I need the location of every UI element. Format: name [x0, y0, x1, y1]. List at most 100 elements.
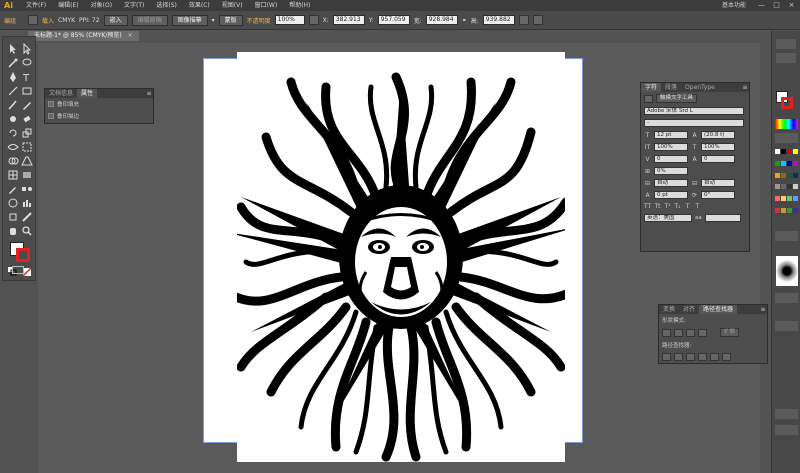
menu-object[interactable]: 对象(O) — [85, 0, 118, 11]
screen-mode-icon[interactable] — [12, 266, 24, 274]
eraser-tool-icon[interactable] — [21, 113, 33, 125]
pen-tool-icon[interactable] — [7, 71, 19, 83]
artboard[interactable] — [226, 52, 576, 462]
tracking-field[interactable]: 0 — [701, 155, 735, 163]
artboards-panel-icon[interactable] — [775, 425, 798, 435]
edit-original-button[interactable]: 编辑原稿 — [131, 14, 168, 26]
tab-align[interactable]: 对齐 — [679, 305, 699, 314]
stroke-swatch[interactable] — [16, 248, 30, 262]
divide-icon[interactable] — [662, 353, 671, 361]
char-rotation-field[interactable]: 0° — [701, 191, 735, 199]
overprint-fill-checkbox[interactable] — [48, 101, 54, 107]
mask-button[interactable]: 蒙版 — [218, 14, 243, 26]
subscript-icon[interactable]: T₁ — [674, 203, 681, 210]
layers-panel-icon[interactable] — [775, 409, 798, 419]
stroke-swatch-icon[interactable] — [28, 15, 39, 25]
x-field[interactable]: 382.913 — [332, 15, 365, 25]
small-caps-icon[interactable]: Tt — [654, 203, 661, 210]
shape-builder-tool-icon[interactable] — [7, 155, 19, 167]
lasso-tool-icon[interactable] — [21, 57, 33, 69]
hand-tool-icon[interactable] — [7, 225, 19, 237]
font-family-select[interactable]: Adobe 宋体 Std L — [644, 107, 744, 115]
blob-brush-tool-icon[interactable] — [7, 113, 19, 125]
tab-pathfinder[interactable]: 路径查找器 — [699, 305, 738, 314]
symbol-preview-icon[interactable] — [776, 256, 798, 286]
tab-document-info[interactable]: 文档信息 — [45, 89, 77, 98]
kerning-field[interactable]: 0 — [654, 155, 688, 163]
swatch-grid[interactable] — [775, 149, 799, 219]
maximize-icon[interactable]: □ — [772, 1, 781, 9]
artboard-tool-icon[interactable] — [7, 211, 19, 223]
horizontal-scale-field[interactable]: 100% — [701, 143, 735, 151]
perspective-grid-tool-icon[interactable] — [21, 155, 33, 167]
close-tab-icon[interactable]: × — [128, 32, 133, 39]
rotate-tool-icon[interactable] — [7, 127, 19, 139]
lion-sun-artwork[interactable] — [226, 52, 576, 462]
image-trace-button[interactable]: 图像描摹 — [171, 14, 208, 26]
panel-menu-icon[interactable]: ≡ — [741, 84, 749, 91]
trim-icon[interactable] — [674, 353, 683, 361]
tab-opentype[interactable]: OpenType — [681, 83, 719, 92]
aki-right-field[interactable]: 自动 — [701, 179, 735, 187]
scale-tool-icon[interactable] — [21, 127, 33, 139]
menu-select[interactable]: 选择(S) — [150, 0, 183, 11]
intersect-icon[interactable] — [686, 328, 695, 337]
superscript-icon[interactable]: T¹ — [664, 203, 671, 210]
menu-help[interactable]: 帮助(H) — [283, 0, 316, 11]
unite-icon[interactable] — [662, 328, 671, 337]
minimize-icon[interactable]: — — [757, 1, 766, 9]
menu-effect[interactable]: 效果(C) — [183, 0, 216, 11]
blend-tool-icon[interactable] — [21, 183, 33, 195]
linked-file-label[interactable]: 载入 — [42, 16, 54, 25]
baseline-shift-field[interactable]: 0 pt — [654, 191, 688, 199]
free-transform-tool-icon[interactable] — [21, 141, 33, 153]
opacity-label[interactable]: 不透明度 — [247, 16, 271, 25]
exclude-icon[interactable] — [698, 328, 707, 337]
tab-character[interactable]: 字符 — [641, 83, 662, 92]
language-select[interactable]: 英语：美国 — [644, 214, 692, 222]
arrange-icon[interactable] — [532, 15, 543, 25]
all-caps-icon[interactable]: TT — [644, 203, 651, 210]
document-tab[interactable]: 未标题-1* @ 85% (CMYK/预览) × — [28, 31, 139, 41]
height-field[interactable]: 939.882 — [482, 15, 515, 25]
brushes-panel-icon[interactable] — [775, 231, 798, 241]
type-tool-icon[interactable]: T — [21, 71, 33, 84]
close-window-icon[interactable]: × — [787, 1, 796, 9]
leading-field[interactable]: (20.8 t) — [701, 131, 735, 139]
color-panel-icon[interactable] — [776, 39, 796, 49]
merge-icon[interactable] — [686, 353, 695, 361]
mesh-tool-icon[interactable] — [7, 169, 19, 181]
symbol-sprayer-tool-icon[interactable] — [7, 197, 19, 209]
minus-front-icon[interactable] — [674, 328, 683, 337]
panel-menu-icon[interactable]: ≡ — [759, 306, 767, 313]
minus-back-icon[interactable] — [722, 353, 731, 361]
font-style-select[interactable]: - — [644, 119, 744, 127]
graphic-styles-icon[interactable] — [775, 293, 798, 303]
zoom-tool-icon[interactable] — [21, 225, 33, 237]
tab-paragraph[interactable]: 段落 — [661, 83, 681, 92]
appearance-panel-icon[interactable] — [775, 321, 798, 331]
swatches-panel-icon[interactable] — [775, 133, 798, 143]
slice-tool-icon[interactable] — [21, 211, 33, 223]
menu-type[interactable]: 文字(T) — [118, 0, 150, 11]
align-icon[interactable] — [308, 15, 319, 25]
paintbrush-tool-icon[interactable] — [7, 99, 19, 111]
link-icon[interactable]: ⚭ — [462, 17, 467, 24]
embed-button[interactable]: 嵌入 — [103, 14, 128, 26]
antialias-select[interactable] — [704, 214, 741, 222]
width-field[interactable]: 928.984 — [425, 15, 458, 25]
overprint-stroke-checkbox[interactable] — [48, 113, 54, 119]
panel-menu-icon[interactable]: ≡ — [145, 90, 153, 97]
vertical-scale-field[interactable]: 100% — [654, 143, 688, 151]
direct-selection-tool-icon[interactable] — [21, 42, 33, 55]
menu-window[interactable]: 窗口(W) — [249, 0, 284, 11]
line-tool-icon[interactable] — [7, 85, 19, 97]
magic-wand-tool-icon[interactable] — [7, 57, 19, 69]
strikethrough-icon[interactable]: T — [694, 203, 701, 210]
aki-left-field[interactable]: 自动 — [654, 179, 688, 187]
column-graph-tool-icon[interactable] — [21, 197, 33, 209]
underline-icon[interactable]: T — [684, 203, 691, 210]
menu-view[interactable]: 视图(V) — [216, 0, 249, 11]
stroke-mini-icon[interactable] — [781, 97, 793, 109]
rectangle-tool-icon[interactable] — [21, 85, 33, 97]
